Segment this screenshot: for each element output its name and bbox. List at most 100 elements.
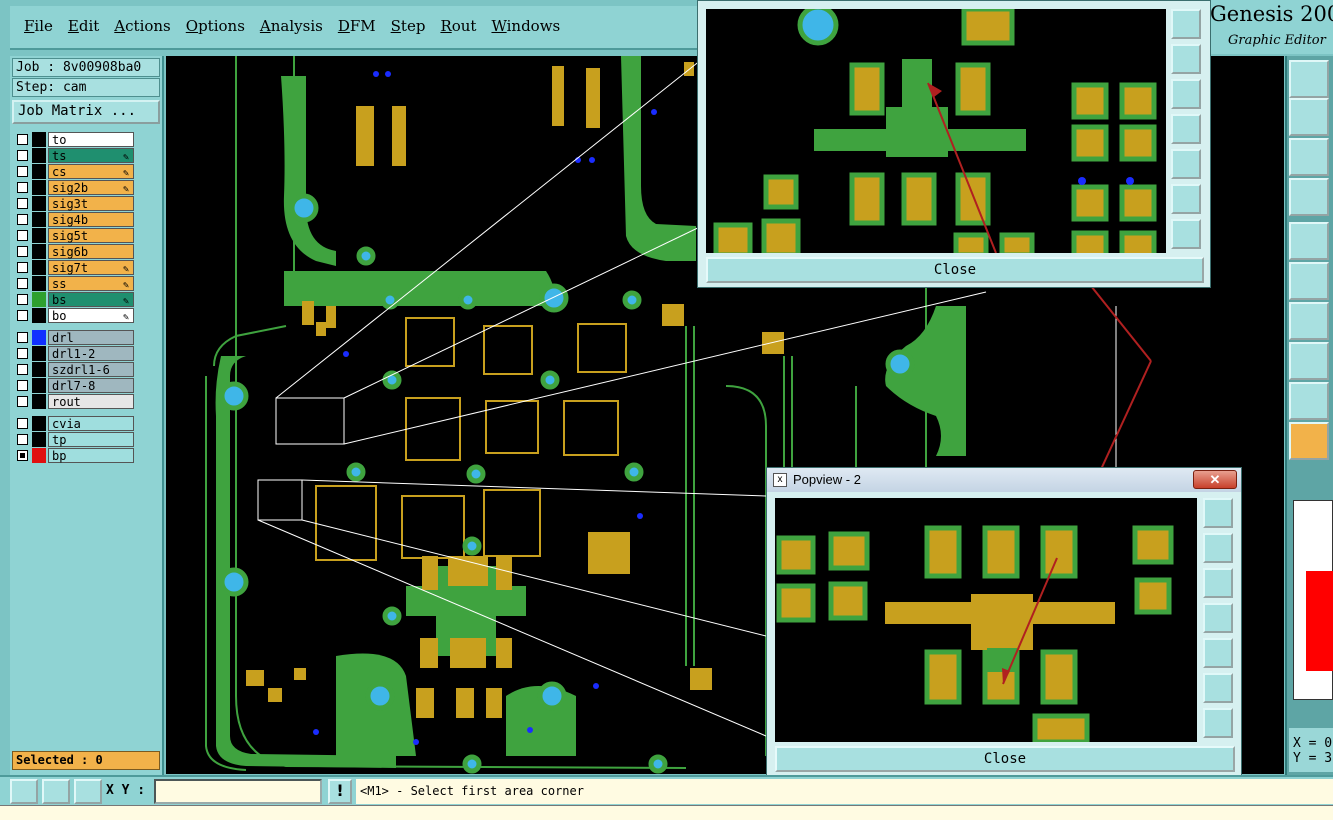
layer-color-swatch[interactable]	[32, 212, 46, 227]
popview-2-close-button[interactable]: Close	[775, 746, 1235, 772]
layer-checkbox[interactable]	[17, 434, 28, 445]
layer-color-swatch[interactable]	[32, 196, 46, 211]
layer-row-drl[interactable]: drl	[14, 330, 136, 345]
menu-windows[interactable]: Windows	[491, 17, 569, 35]
layer-name[interactable]: sig2b ✎	[48, 180, 134, 195]
xy-input[interactable]	[154, 779, 322, 804]
layer-row-bs[interactable]: bs ✎	[14, 292, 136, 307]
layer-name[interactable]: tp	[48, 432, 134, 447]
layer-checkbox[interactable]	[17, 348, 28, 359]
menu-actions[interactable]: Actions	[114, 17, 179, 35]
zoom-in-icon[interactable]	[1203, 498, 1233, 528]
layer-name[interactable]: szdrl1-6	[48, 362, 134, 377]
layer-row-cvia[interactable]: cvia	[14, 416, 136, 431]
angle-tool-icon[interactable]	[42, 779, 70, 804]
grid-icon[interactable]	[74, 779, 102, 804]
layer-color-swatch[interactable]	[32, 228, 46, 243]
layer-color-swatch[interactable]	[32, 378, 46, 393]
menu-rout[interactable]: Rout	[440, 17, 485, 35]
zoom-in-icon[interactable]	[1171, 9, 1201, 39]
layer-name[interactable]: to	[48, 132, 134, 147]
layer-row-bp[interactable]: bp	[14, 448, 136, 463]
layer-name[interactable]: ts ✎	[48, 148, 134, 163]
layer-checkbox[interactable]	[17, 182, 28, 193]
layer-row-to[interactable]: to	[14, 132, 136, 147]
zoom-fit-icon[interactable]	[1203, 673, 1233, 703]
layer-name[interactable]: sig6b	[48, 244, 134, 259]
popview-1-canvas[interactable]	[706, 9, 1166, 253]
layer-name[interactable]: sig5t	[48, 228, 134, 243]
layer-name[interactable]: drl	[48, 330, 134, 345]
popview-2-canvas[interactable]	[775, 498, 1197, 742]
layer-name[interactable]: sig4b	[48, 212, 134, 227]
layer-row-sig5t[interactable]: sig5t	[14, 228, 136, 243]
pan-icon[interactable]	[1203, 708, 1233, 738]
pan-icon[interactable]	[1171, 219, 1201, 249]
close-icon[interactable]: ✕	[1193, 470, 1237, 489]
record-icon[interactable]	[1289, 222, 1329, 260]
zoom-home-icon[interactable]	[1203, 568, 1233, 598]
layer-checkbox[interactable]	[17, 150, 28, 161]
layer-checkbox[interactable]	[17, 294, 28, 305]
layer-name[interactable]: ss ✎	[48, 276, 134, 291]
layer-checkbox[interactable]	[17, 278, 28, 289]
popview-1-close-button[interactable]: Close	[706, 257, 1204, 283]
zoom-out-icon[interactable]	[1171, 44, 1201, 74]
layer-checkbox[interactable]	[17, 230, 28, 241]
layer-color-swatch[interactable]	[32, 148, 46, 163]
layer-row-ts[interactable]: ts ✎	[14, 148, 136, 163]
menu-analysis[interactable]: Analysis	[260, 17, 332, 35]
layer-up-icon[interactable]	[1289, 60, 1329, 98]
job-matrix-button[interactable]: Job Matrix ...	[12, 100, 160, 124]
menu-step[interactable]: Step	[391, 17, 435, 35]
layer-checkbox[interactable]	[17, 396, 28, 407]
layer-checkbox[interactable]	[17, 310, 28, 321]
zoom-home-icon[interactable]	[1171, 79, 1201, 109]
pan-right-icon[interactable]	[1203, 638, 1233, 668]
layer-left-icon[interactable]	[1289, 98, 1329, 136]
layer-checkbox[interactable]	[17, 166, 28, 177]
layer-row-sig4b[interactable]: sig4b	[14, 212, 136, 227]
layer-name[interactable]: sig7t ✎	[48, 260, 134, 275]
zoom-fit-icon[interactable]	[1289, 138, 1329, 176]
layer-color-swatch[interactable]	[32, 308, 46, 323]
layer-color-swatch[interactable]	[32, 180, 46, 195]
layer-checkbox[interactable]	[17, 134, 28, 145]
zoom-fit-icon[interactable]	[1171, 184, 1201, 214]
net-icon[interactable]	[1289, 262, 1329, 300]
layer-checkbox[interactable]	[17, 332, 28, 343]
layer-name[interactable]: bs ✎	[48, 292, 134, 307]
layer-row-tp[interactable]: tp	[14, 432, 136, 447]
tool-settings-icon[interactable]	[1289, 178, 1329, 216]
layer-name[interactable]: bp	[48, 448, 134, 463]
menu-file[interactable]: File	[24, 17, 62, 35]
layer-row-sig3t[interactable]: sig3t	[14, 196, 136, 211]
line-tool-icon[interactable]	[10, 779, 38, 804]
layer-color-swatch[interactable]	[32, 346, 46, 361]
layer-color-swatch[interactable]	[32, 432, 46, 447]
layer-color-swatch[interactable]	[32, 448, 46, 463]
layer-checkbox[interactable]	[17, 198, 28, 209]
layer-row-ss[interactable]: ss ✎	[14, 276, 136, 291]
menu-dfm[interactable]: DFM	[338, 17, 385, 35]
layer-color-swatch[interactable]	[32, 244, 46, 259]
execute-button[interactable]: !	[328, 779, 352, 804]
layer-row-cs[interactable]: cs ✎	[14, 164, 136, 179]
pan-left-icon[interactable]	[1203, 603, 1233, 633]
layer-color-swatch[interactable]	[32, 260, 46, 275]
layer-color-swatch[interactable]	[32, 292, 46, 307]
menu-edit[interactable]: Edit	[68, 17, 108, 35]
layer-color-swatch[interactable]	[32, 164, 46, 179]
layer-name[interactable]: rout	[48, 394, 134, 409]
layer-checkbox[interactable]	[17, 418, 28, 429]
mini-map[interactable]	[1293, 500, 1333, 700]
pan-left-icon[interactable]	[1171, 114, 1201, 144]
measure-icon[interactable]	[1289, 302, 1329, 340]
layer-name[interactable]: sig3t	[48, 196, 134, 211]
layer-checkbox[interactable]	[17, 246, 28, 257]
menu-options[interactable]: Options	[186, 17, 254, 35]
pointer-icon[interactable]	[1289, 422, 1329, 460]
layer-color-swatch[interactable]	[32, 276, 46, 291]
layer-color-swatch[interactable]	[32, 330, 46, 345]
zoom-out-icon[interactable]	[1203, 533, 1233, 563]
